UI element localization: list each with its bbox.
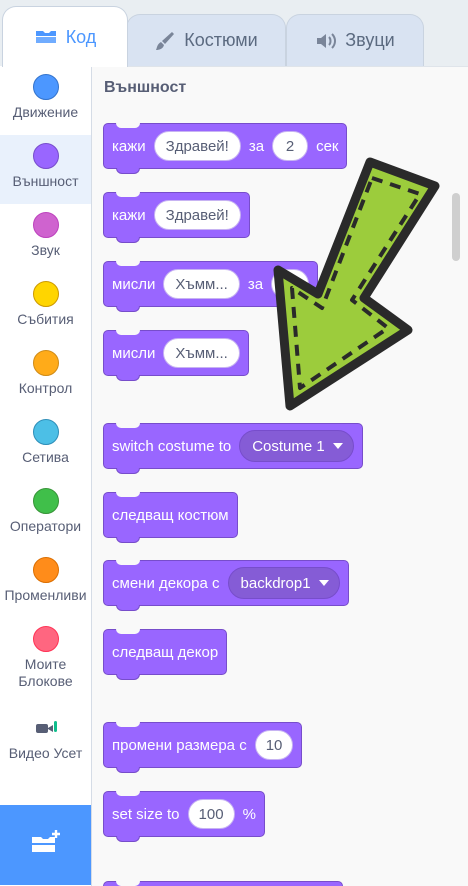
dropdown-arrow-icon: [318, 580, 329, 586]
tab-code-label: Код: [65, 26, 97, 47]
category-menu: Движение Външност Звук Събития Контрол С…: [0, 66, 92, 886]
category-events[interactable]: Събития: [0, 273, 91, 342]
block-text: промени размера с: [112, 736, 247, 754]
category-sensing[interactable]: Сетива: [0, 411, 91, 480]
palette-scrollbar[interactable]: [452, 193, 460, 261]
operators-dot: [32, 488, 59, 514]
tab-sounds-label: Звуци: [345, 30, 395, 50]
category-looks[interactable]: Външност: [0, 135, 91, 204]
category-label: Движение: [12, 104, 79, 120]
message-input[interactable]: Хъмм...: [163, 338, 240, 368]
category-sound[interactable]: Звук: [0, 204, 91, 273]
block-text: следващ декор: [112, 643, 219, 661]
variables-dot: [32, 557, 59, 583]
category-label: Видео Усет: [8, 745, 83, 761]
tab-sounds[interactable]: Звуци: [286, 14, 424, 66]
sensing-dot: [32, 419, 59, 445]
block-text: за: [248, 137, 265, 155]
category-label: Променливи: [4, 587, 87, 603]
block-text: следващ костюм: [112, 506, 229, 524]
category-label: Събития: [17, 311, 74, 327]
message-input[interactable]: Хъмм...: [163, 269, 240, 299]
category-label: Оператори: [9, 518, 82, 534]
block-text: мисли: [112, 275, 156, 293]
switch-costume-block[interactable]: switch costume to Costume 1: [103, 423, 363, 474]
next-costume-block[interactable]: следващ костюм: [103, 492, 238, 543]
code-icon: [34, 28, 58, 46]
tab-code[interactable]: Код: [2, 6, 128, 67]
dropdown-value: Costume 1: [252, 437, 325, 455]
annotation-arrow-icon: [272, 148, 447, 418]
looks-dot: [32, 143, 59, 169]
block-text: switch costume to: [112, 437, 232, 455]
section-title: Външност: [104, 79, 187, 96]
category-label: Външност: [12, 173, 79, 189]
block-text: set size to: [112, 805, 180, 823]
block-text: %: [242, 805, 256, 823]
say-block[interactable]: кажи Здравей!: [103, 192, 250, 243]
category-my-blocks[interactable]: Моите Блокове: [0, 618, 91, 698]
add-extension-button[interactable]: [0, 805, 91, 885]
events-dot: [32, 281, 59, 307]
switch-backdrop-block[interactable]: смени декора с backdrop1: [103, 560, 349, 611]
next-backdrop-block[interactable]: следващ декор: [103, 629, 228, 680]
dropdown-value: backdrop1: [240, 574, 311, 592]
block-text: мисли: [112, 344, 156, 362]
block-text: кажи: [112, 206, 146, 224]
category-label: Моите Блокове: [18, 656, 73, 689]
category-variables[interactable]: Променливи: [0, 549, 91, 618]
message-input[interactable]: Здравей!: [153, 200, 241, 230]
editor-tabs: Код Костюми Звуци: [0, 0, 468, 67]
category-video-sensing[interactable]: Видео Усет: [0, 706, 91, 775]
set-size-block[interactable]: set size to 100 %: [103, 791, 265, 842]
category-operators[interactable]: Оператори: [0, 480, 91, 549]
motion-dot: [32, 74, 59, 100]
block-text: за: [247, 275, 264, 293]
size-input[interactable]: 100: [187, 799, 235, 829]
backdrop-dropdown[interactable]: backdrop1: [227, 567, 340, 599]
category-label: Сетива: [22, 449, 69, 465]
add-extension-icon: [29, 829, 63, 862]
control-dot: [32, 350, 59, 376]
costume-dropdown[interactable]: Costume 1: [239, 430, 354, 462]
size-change-input[interactable]: 10: [254, 730, 294, 760]
category-label: Звук: [31, 242, 60, 258]
my-blocks-dot: [32, 626, 59, 652]
category-motion[interactable]: Движение: [0, 66, 91, 135]
think-block[interactable]: мисли Хъмм...: [103, 330, 249, 381]
brush-icon: [154, 30, 176, 52]
sound-dot: [32, 212, 59, 238]
block-text: кажи: [112, 137, 146, 155]
message-input[interactable]: Здравей!: [153, 131, 241, 161]
block-text: смени декора с: [112, 574, 220, 592]
partial-block[interactable]: [103, 881, 343, 886]
video-sensing-icon: [35, 720, 57, 739]
tab-costumes[interactable]: Костюми: [126, 14, 286, 66]
tab-costumes-label: Костюми: [184, 30, 258, 50]
speaker-icon: [315, 31, 337, 51]
category-label: Контрол: [18, 380, 73, 396]
change-size-block[interactable]: промени размера с 10: [103, 722, 303, 773]
category-control[interactable]: Контрол: [0, 342, 91, 411]
dropdown-arrow-icon: [332, 443, 343, 449]
